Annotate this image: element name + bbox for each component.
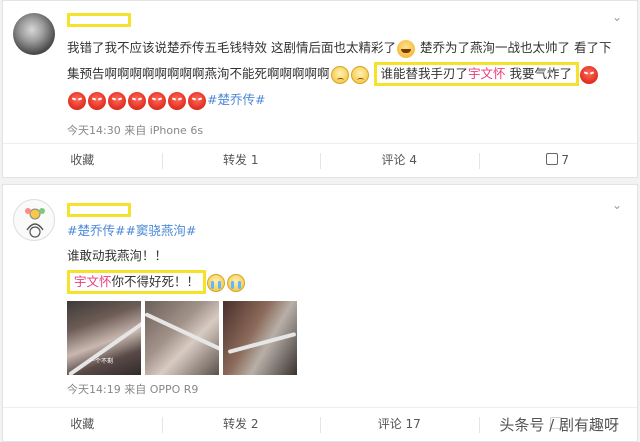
chevron-down-icon[interactable]: ⌄ (611, 11, 623, 23)
image-caption: 一个不剩 (89, 358, 114, 365)
cry-emoji-icon (227, 273, 246, 292)
repost-button[interactable]: 转发 1 (161, 144, 321, 177)
post-text-main: 我错了我不应该说楚乔传五毛钱特效 这剧情后面也太精彩了 (67, 40, 396, 55)
post-meta: 今天14:30 来自 iPhone 6s (67, 124, 204, 137)
repost-button[interactable]: 转发 2 (161, 408, 321, 441)
avatar[interactable] (13, 199, 55, 241)
post-text: #楚乔传##窦骁燕洵# 谁敢动我燕洵！！ 宇文怀你不得好死！！ (67, 221, 621, 294)
angry-emoji-icon (108, 91, 126, 110)
collect-button[interactable]: 收藏 (3, 408, 162, 441)
avatar[interactable] (13, 13, 55, 55)
angry-emoji-icon (580, 65, 599, 84)
post-image[interactable] (145, 301, 219, 375)
comment-button[interactable]: 评论 4 (320, 144, 479, 177)
angry-emoji-icon (148, 91, 166, 110)
angry-emoji-icon (188, 91, 206, 110)
highlighted-name[interactable]: 宇文怀 (74, 274, 112, 289)
like-button[interactable]: 7 (478, 144, 638, 177)
sad-emoji-icon (350, 65, 369, 84)
topic-links[interactable]: #楚乔传##窦骁燕洵# (67, 221, 621, 241)
action-bar: 收藏 转发 1 评论 4 7 (3, 143, 637, 177)
like-count: 7 (561, 153, 570, 167)
angry-emoji-icon (88, 91, 106, 110)
post-line-1: 谁敢动我燕洵！！ (67, 248, 168, 263)
angry-emoji-icon (128, 91, 146, 110)
like-icon (546, 153, 559, 165)
cartoon-avatar-icon (25, 208, 45, 238)
post-image[interactable]: 一个不剩 (67, 301, 141, 375)
username-redacted[interactable] (67, 203, 131, 217)
post-image[interactable] (223, 301, 297, 375)
collect-button[interactable]: 收藏 (3, 144, 162, 177)
comment-button[interactable]: 评论 17 (320, 408, 479, 441)
angry-emoji-icon (168, 91, 186, 110)
chevron-down-icon[interactable]: ⌄ (611, 199, 623, 211)
grin-emoji-icon (396, 39, 415, 58)
watermark: 头条号 / 剧有趣呀 (495, 414, 623, 435)
highlighted-name[interactable]: 宇文怀 (468, 66, 506, 81)
post-text: 我错了我不应该说楚乔传五毛钱特效 这剧情后面也太精彩了 楚乔为了燕洵一战也太帅了… (67, 35, 621, 113)
image-grid: 一个不剩 (67, 301, 297, 375)
highlighted-phrase: 谁能替我手刃了宇文怀 我要气炸了 (373, 62, 580, 86)
angry-emoji-icon (68, 91, 86, 110)
weibo-post-2: ⌄ #楚乔传##窦骁燕洵# 谁敢动我燕洵！！ 宇文怀你不得好死！！ 一个不剩 今… (2, 184, 638, 442)
sad-emoji-icon (330, 65, 349, 84)
username-redacted[interactable] (67, 13, 131, 27)
cry-emoji-icon (207, 273, 226, 292)
weibo-post-1: ⌄ 我错了我不应该说楚乔传五毛钱特效 这剧情后面也太精彩了 楚乔为了燕洵一战也太… (2, 0, 638, 178)
topic-link[interactable]: #楚乔传# (207, 92, 265, 107)
post-meta: 今天14:19 来自 OPPO R9 (67, 383, 199, 396)
highlighted-phrase: 宇文怀你不得好死！！ (67, 270, 207, 294)
